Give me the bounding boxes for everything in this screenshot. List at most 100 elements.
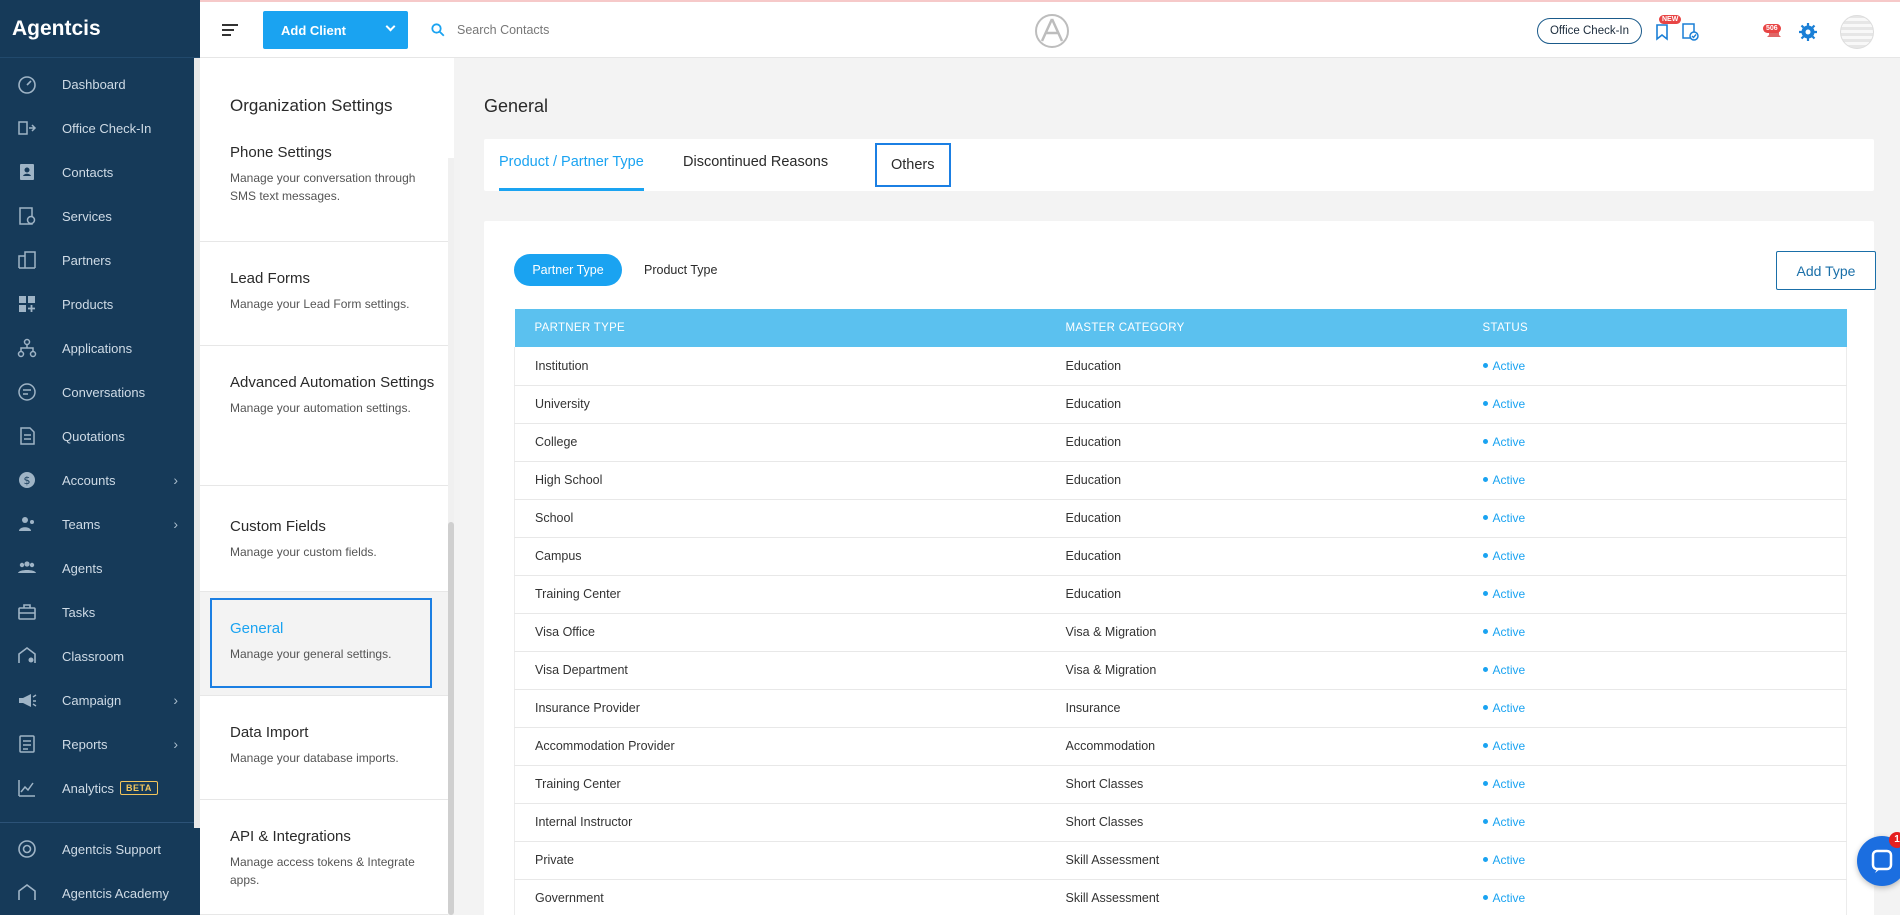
chevron-down-icon[interactable] xyxy=(385,21,396,32)
status-text: Active xyxy=(1492,511,1526,525)
sidebar-item-label: Analytics xyxy=(62,780,115,796)
settings-item-title: Phone Settings xyxy=(230,144,332,161)
search-contacts-input[interactable] xyxy=(457,18,707,42)
office-checkin-button[interactable]: Office Check-In xyxy=(1537,18,1642,44)
tab-others[interactable]: Others xyxy=(875,143,951,187)
status-dot-icon xyxy=(1482,591,1488,597)
sidebar-item-partners[interactable]: Partners xyxy=(0,238,194,282)
partner-type-toggle[interactable]: Partner Type xyxy=(514,254,622,286)
status-text: Active xyxy=(1492,358,1526,373)
sidebar-item-dashboard[interactable]: Dashboard xyxy=(0,62,194,106)
sidebar-item-campaign[interactable]: Campaign › xyxy=(0,678,194,722)
sidebar-item-office-check-in[interactable]: Office Check-In xyxy=(0,106,194,150)
sidebar-item-services[interactable]: Services xyxy=(0,194,194,238)
status-badge: Active xyxy=(1482,587,1525,601)
settings-item-custom-fields[interactable]: Custom Fields Manage your custom fields. xyxy=(200,486,448,592)
tab-discontinued-reasons[interactable]: Discontinued Reasons xyxy=(683,139,828,191)
settings-item-description: Manage your conversation through SMS tex… xyxy=(230,171,416,203)
table-row[interactable]: School Education Active xyxy=(514,499,1847,538)
sidebar-item-quotations[interactable]: Quotations xyxy=(0,414,194,458)
academy-icon xyxy=(14,883,40,903)
settings-item-phone-settings[interactable]: Phone Settings Manage your conversation t… xyxy=(200,144,448,242)
sidebar-item-accounts[interactable]: $ Accounts › xyxy=(0,458,194,502)
user-avatar[interactable] xyxy=(1840,15,1874,49)
cell-master-category: Insurance xyxy=(1045,689,1463,728)
status-text: Active xyxy=(1492,777,1526,791)
settings-menu: Organization Settings Phone Settings Mana… xyxy=(200,58,454,915)
table-row[interactable]: Internal Instructor Short Classes Active xyxy=(514,803,1847,842)
cell-master-category: Education xyxy=(1045,499,1463,538)
settings-item-data-import[interactable]: Data Import Manage your database imports. xyxy=(200,696,448,800)
cell-status: Active xyxy=(1462,841,1847,880)
add-client-label: Add Client xyxy=(281,22,346,38)
status-dot-icon xyxy=(1482,743,1488,749)
sidebar-item-label: Dashboard xyxy=(62,76,126,92)
gear-icon[interactable] xyxy=(1797,21,1819,43)
column-header-master-category[interactable]: MASTER CATEGORY xyxy=(1046,309,1463,347)
sidebar-item-conversations[interactable]: Conversations xyxy=(0,370,194,414)
table-row[interactable]: Accommodation Provider Accommodation Activ… xyxy=(514,727,1847,766)
table-row[interactable]: Training Center Education Active xyxy=(514,575,1847,614)
cell-master-category: Accommodation xyxy=(1045,727,1463,766)
sidebar-item-agentcis-academy[interactable]: Agentcis Academy xyxy=(0,871,194,915)
add-client-button[interactable]: Add Client xyxy=(263,11,408,49)
sidebar-item-label: Contacts xyxy=(62,164,114,180)
settings-item-description: Manage your Lead Form settings. xyxy=(230,297,410,311)
task-check-icon[interactable] xyxy=(1679,21,1701,43)
tab-product-partner-type[interactable]: Product / Partner Type xyxy=(499,139,644,191)
sidebar-item-products[interactable]: Products xyxy=(0,282,194,326)
column-header-partner-type[interactable]: PARTNER TYPE xyxy=(515,309,1046,347)
status-dot-icon xyxy=(1482,819,1488,825)
sidebar-item-tasks[interactable]: Tasks xyxy=(0,590,194,634)
cell-status: Active xyxy=(1462,461,1847,500)
table-row[interactable]: Private Skill Assessment Active xyxy=(514,841,1847,880)
sidebar-item-applications[interactable]: Applications xyxy=(0,326,194,370)
settings-item-api-integrations[interactable]: API & Integrations Manage access tokens &… xyxy=(200,800,448,915)
sidebar-item-contacts[interactable]: Contacts xyxy=(0,150,194,194)
sidebar-item-label: Quotations xyxy=(62,428,125,444)
status-badge: Active xyxy=(1482,549,1525,563)
sidebar-item-label: Teams xyxy=(62,516,101,532)
status-dot-icon xyxy=(1482,477,1488,483)
table-row[interactable]: Training Center Short Classes Active xyxy=(514,765,1847,804)
bookmark-icon[interactable] xyxy=(1651,21,1673,43)
cell-partner-type: University xyxy=(514,385,1046,424)
cell-status: Active xyxy=(1462,613,1847,652)
status-badge: Active xyxy=(1482,397,1525,411)
sidebar-item-classroom[interactable]: Classroom xyxy=(0,634,194,678)
settings-item-lead-forms[interactable]: Lead Forms Manage your Lead Form settings… xyxy=(200,242,448,346)
table-row[interactable]: High School Education Active xyxy=(514,461,1847,500)
product-type-toggle[interactable]: Product Type xyxy=(634,254,727,286)
table-row[interactable]: College Education Active xyxy=(514,423,1847,462)
settings-item-advanced-automation-settings[interactable]: Advanced Automation Settings Manage your … xyxy=(200,346,448,486)
app-logo[interactable]: Agentcis xyxy=(0,0,200,58)
office-checkin-icon xyxy=(14,118,40,138)
sidebar-item-reports[interactable]: Reports › xyxy=(0,722,194,766)
sidebar-item-agents[interactable]: Agents xyxy=(0,546,194,590)
column-header-status[interactable]: STATUS xyxy=(1463,309,1847,347)
services-icon xyxy=(14,206,40,226)
new-badge: NEW xyxy=(1659,15,1682,24)
sidebar-item-label: Campaign xyxy=(62,692,122,708)
table-row[interactable]: Campus Education Active xyxy=(514,537,1847,576)
add-type-button[interactable]: Add Type xyxy=(1776,251,1876,290)
table-row[interactable]: Insurance Provider Insurance Active xyxy=(514,689,1847,728)
cell-status: Active xyxy=(1462,651,1847,690)
table-row[interactable]: Government Skill Assessment Active xyxy=(514,879,1847,915)
sidebar-item-analytics[interactable]: Analytics BETA xyxy=(0,766,194,810)
sidebar-item-agentcis-support[interactable]: Agentcis Support xyxy=(0,827,194,871)
cell-status: Active xyxy=(1462,499,1847,538)
table-row[interactable]: University Education Active xyxy=(514,385,1847,424)
sidebar-item-label: Products xyxy=(62,296,114,312)
cell-partner-type: Insurance Provider xyxy=(514,689,1046,728)
nav-bottom-group: Agentcis Support Agentcis Academy xyxy=(0,822,194,915)
table-row[interactable]: Institution Education Active xyxy=(514,347,1847,386)
table-row[interactable]: Visa Department Visa & Migration Active xyxy=(514,651,1847,690)
settings-item-general[interactable]: General Manage your general settings. xyxy=(200,592,448,696)
cell-master-category: Skill Assessment xyxy=(1045,879,1463,915)
table-row[interactable]: Visa Office Visa & Migration Active xyxy=(514,613,1847,652)
cell-partner-type: Training Center xyxy=(514,575,1046,614)
menu-toggle-icon[interactable] xyxy=(222,24,238,39)
cell-partner-type: Training Center xyxy=(514,765,1046,804)
sidebar-item-teams[interactable]: Teams › xyxy=(0,502,194,546)
